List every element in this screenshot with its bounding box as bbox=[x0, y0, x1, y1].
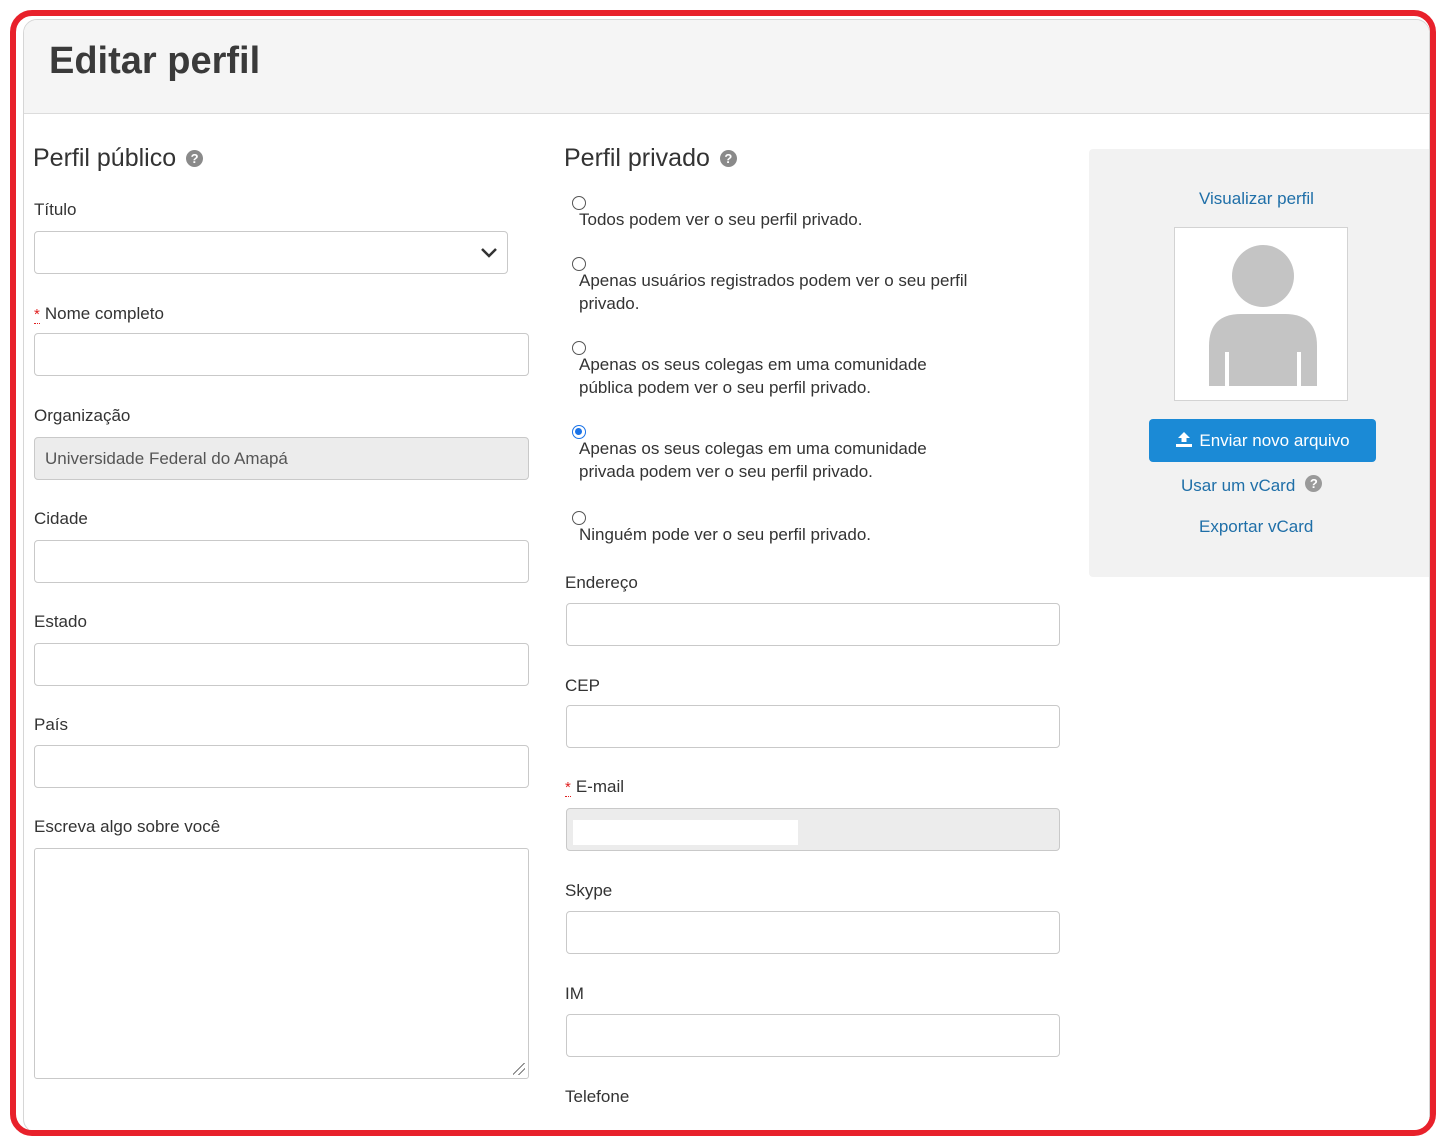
cidade-input[interactable] bbox=[34, 540, 529, 583]
private-profile-help-icon[interactable]: ? bbox=[719, 150, 737, 167]
pais-input[interactable] bbox=[34, 745, 529, 788]
view-profile-link[interactable]: Visualizar perfil bbox=[1199, 189, 1314, 209]
skype-input[interactable] bbox=[566, 911, 1060, 954]
im-label: IM bbox=[565, 984, 584, 1003]
radio-label: Todos podem ver o seu perfil privado. bbox=[579, 210, 863, 229]
estado-label: Estado bbox=[34, 612, 87, 631]
use-vcard-link[interactable]: Usar um vCard? bbox=[1181, 475, 1323, 496]
organizacao-label: Organização bbox=[34, 406, 131, 425]
nome-completo-label-text: Nome completo bbox=[44, 304, 164, 323]
avatar bbox=[1174, 227, 1348, 401]
highlight-frame: Editar perfil Perfil público? Título * No… bbox=[10, 10, 1436, 1136]
sobre-textarea[interactable] bbox=[34, 848, 529, 1079]
required-mark: * bbox=[565, 779, 571, 797]
radio-label: Apenas usuários registrados podem ver o … bbox=[579, 271, 968, 313]
email-label-text: E-mail bbox=[575, 777, 625, 796]
titulo-select[interactable] bbox=[34, 231, 508, 274]
email-input[interactable] bbox=[566, 808, 1060, 851]
panel-header: Editar perfil bbox=[24, 20, 1429, 114]
upload-button-label: Enviar novo arquivo bbox=[1199, 431, 1350, 450]
cep-label: CEP bbox=[565, 676, 600, 695]
telefone-label: Telefone bbox=[565, 1087, 630, 1106]
organizacao-input[interactable]: Universidade Federal do Amapá bbox=[34, 437, 529, 480]
upload-new-file-button[interactable]: Enviar novo arquivo bbox=[1149, 419, 1376, 462]
public-profile-help-icon[interactable]: ? bbox=[186, 150, 204, 167]
resize-handle-icon[interactable] bbox=[513, 1063, 525, 1075]
profile-picture-box: Visualizar perfil Enviar novo arquivo Us… bbox=[1089, 149, 1429, 577]
estado-input[interactable] bbox=[34, 643, 529, 686]
email-redacted-block bbox=[573, 820, 798, 845]
default-user-icon bbox=[1209, 245, 1317, 386]
radio-label: Ninguém pode ver o seu perfil privado. bbox=[579, 525, 871, 544]
public-profile-title: Perfil público? bbox=[33, 144, 204, 173]
chevron-down-icon bbox=[481, 248, 497, 258]
radio-label: Apenas os seus colegas em uma comunidade… bbox=[579, 355, 927, 397]
endereco-input[interactable] bbox=[566, 603, 1060, 646]
email-label: * E-mail bbox=[565, 777, 624, 797]
pais-label: País bbox=[34, 715, 69, 734]
cep-input[interactable] bbox=[566, 705, 1060, 748]
cidade-label: Cidade bbox=[34, 509, 88, 528]
endereco-label: Endereço bbox=[565, 573, 638, 592]
im-input[interactable] bbox=[566, 1014, 1060, 1057]
nome-completo-label: * Nome completo bbox=[34, 304, 164, 324]
private-profile-title: Perfil privado? bbox=[564, 144, 737, 173]
use-vcard-label: Usar um vCard bbox=[1181, 476, 1296, 495]
edit-profile-panel: Editar perfil Perfil público? Título * No… bbox=[23, 19, 1430, 1130]
visibility-radio-group: Todos podem ver o seu perfil privado. Ap… bbox=[564, 196, 994, 556]
page-title: Editar perfil bbox=[49, 40, 261, 82]
nome-completo-input[interactable] bbox=[34, 333, 529, 376]
public-profile-title-text: Perfil público bbox=[33, 144, 177, 172]
vcard-help-icon[interactable]: ? bbox=[1305, 475, 1323, 492]
sobre-label: Escreva algo sobre você bbox=[34, 817, 221, 836]
skype-label: Skype bbox=[565, 881, 613, 900]
private-profile-title-text: Perfil privado bbox=[564, 144, 710, 172]
required-mark: * bbox=[34, 306, 40, 324]
upload-icon bbox=[1176, 432, 1193, 447]
export-vcard-link[interactable]: Exportar vCard bbox=[1199, 517, 1313, 537]
radio-label: Apenas os seus colegas em uma comunidade… bbox=[579, 439, 927, 481]
titulo-label: Título bbox=[34, 200, 77, 219]
